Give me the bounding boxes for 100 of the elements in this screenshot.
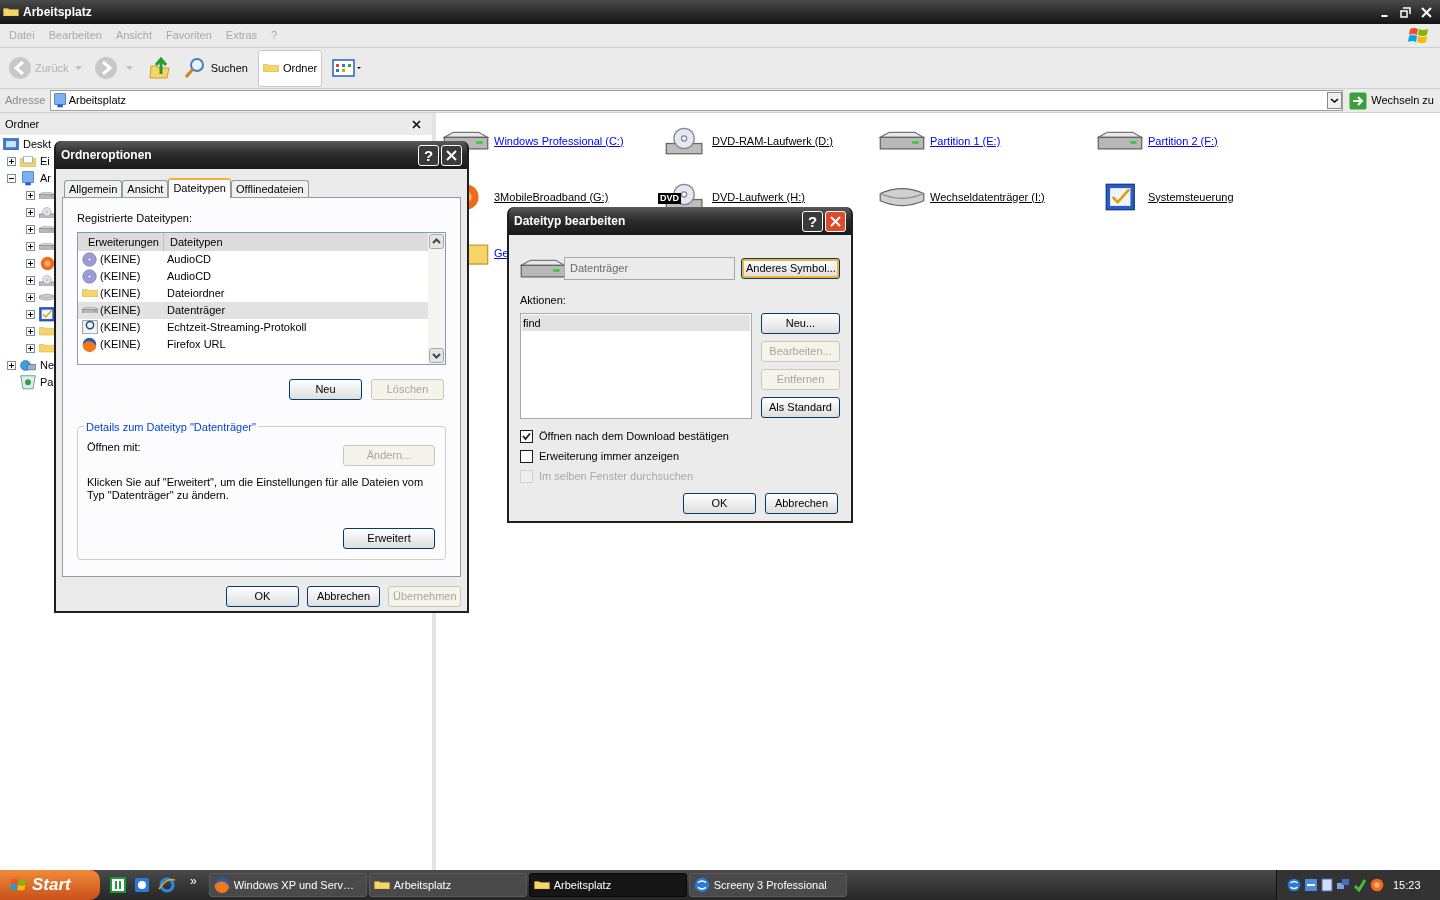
close-icon bbox=[1421, 6, 1432, 18]
taskbar-button[interactable]: Windows XP und Serv… bbox=[208, 873, 367, 897]
expand-icon[interactable] bbox=[26, 225, 35, 234]
tab[interactable]: Ansicht bbox=[122, 180, 169, 197]
open-with-label: Öffnen mit: bbox=[87, 439, 141, 455]
scrollbar[interactable] bbox=[428, 232, 445, 364]
drive-link[interactable]: Systemsteuerung bbox=[1148, 188, 1234, 206]
more-button[interactable]: » bbox=[190, 872, 197, 890]
tree-item[interactable]: Deskt bbox=[23, 136, 52, 153]
close-button[interactable] bbox=[441, 144, 462, 166]
clock: 15:23 bbox=[1393, 877, 1421, 893]
list-row[interactable]: (KEINE) Echtzeit-Streaming-Protokoll bbox=[78, 318, 428, 336]
folder-icon bbox=[39, 344, 55, 353]
expand-icon[interactable] bbox=[26, 293, 35, 302]
scroll-up-icon[interactable] bbox=[429, 233, 444, 249]
app-icon[interactable] bbox=[134, 877, 150, 893]
drive-link[interactable]: Partition 2 (F:) bbox=[1148, 132, 1218, 150]
pane-title: Ordner bbox=[5, 116, 41, 132]
close-icon bbox=[830, 215, 841, 227]
extension-cell-text: (KEINE) bbox=[100, 268, 142, 284]
checkbox[interactable] bbox=[520, 450, 533, 463]
expand-icon[interactable] bbox=[7, 157, 16, 166]
expand-icon[interactable] bbox=[26, 208, 35, 217]
folder-icon bbox=[39, 327, 55, 336]
cd-drive-icon bbox=[39, 274, 55, 287]
dialog-button[interactable]: Als Standard bbox=[761, 396, 840, 418]
list-row[interactable]: (KEINE) AudioCD bbox=[78, 267, 428, 285]
tab[interactable]: Allgemein bbox=[64, 180, 123, 197]
actions-label: Aktionen: bbox=[520, 293, 567, 308]
tree-item[interactable]: Ne bbox=[40, 357, 55, 374]
expand-icon[interactable] bbox=[26, 242, 35, 251]
scroll-down-icon[interactable] bbox=[429, 347, 444, 363]
expand-icon[interactable] bbox=[26, 276, 35, 285]
dialog-button[interactable]: OK bbox=[683, 492, 756, 514]
dialog-button[interactable]: Erweitert bbox=[343, 527, 435, 549]
help-button[interactable]: ? bbox=[418, 144, 439, 166]
list-row[interactable]: (KEINE) AudioCD bbox=[78, 250, 428, 268]
list-label: Registrierte Dateitypen: bbox=[77, 211, 193, 226]
drive-link[interactable]: Wechseldatenträger (I:) bbox=[930, 188, 1045, 206]
dropdown-caret-icon[interactable] bbox=[1327, 92, 1343, 109]
drive-link[interactable]: 3MobileBroadband (G:) bbox=[494, 188, 609, 206]
go-button[interactable]: Wechseln zu bbox=[1349, 91, 1434, 110]
dialog-button[interactable]: Abbrechen bbox=[307, 586, 380, 607]
drive-link[interactable]: Windows Professional (C:) bbox=[494, 132, 624, 150]
network-icon[interactable] bbox=[1336, 878, 1350, 892]
taskbar-button[interactable]: Screeny 3 Professional bbox=[688, 873, 847, 897]
help-button[interactable]: ? bbox=[802, 210, 823, 232]
windows-flag-icon bbox=[10, 877, 28, 893]
dialog-button[interactable]: Anderes Symbol... bbox=[741, 258, 840, 279]
expand-icon[interactable] bbox=[26, 327, 35, 336]
drive-link[interactable]: Partition 1 (E:) bbox=[930, 132, 1001, 150]
expand-icon[interactable] bbox=[26, 310, 35, 319]
list-row[interactable]: (KEINE) Firefox URL bbox=[78, 335, 428, 353]
views-icon[interactable] bbox=[332, 58, 363, 78]
tab[interactable]: Offlinedateien bbox=[231, 180, 309, 197]
close-button[interactable] bbox=[825, 210, 846, 232]
document-icon[interactable] bbox=[1321, 878, 1333, 892]
dialog-button[interactable]: Neu... bbox=[761, 312, 840, 334]
dialog-button[interactable]: OK bbox=[226, 586, 299, 607]
taskbar-button[interactable]: Arbeitsplatz bbox=[368, 873, 527, 897]
taskbar-button[interactable]: Arbeitsplatz bbox=[528, 873, 687, 897]
file-type-cell-text: Datenträger bbox=[167, 302, 226, 318]
folder-up-icon[interactable] bbox=[148, 56, 171, 80]
checkmark-icon[interactable] bbox=[1353, 878, 1367, 892]
desktop-icon bbox=[3, 138, 19, 151]
expand-icon[interactable] bbox=[26, 191, 35, 200]
search-icon bbox=[182, 56, 207, 80]
folders-button[interactable]: Ordner bbox=[257, 49, 323, 87]
tree-item[interactable]: Ei bbox=[40, 153, 50, 170]
tree-item[interactable]: Ar bbox=[40, 170, 51, 187]
dialog-button[interactable]: Neu bbox=[289, 378, 362, 400]
file-type-cell-text: Firefox URL bbox=[167, 336, 226, 352]
minimize-icon bbox=[1381, 14, 1388, 17]
tree-item[interactable]: Pa bbox=[40, 374, 54, 391]
window-icon[interactable] bbox=[1304, 878, 1318, 892]
expand-icon[interactable] bbox=[26, 344, 35, 353]
address-label: Adresse bbox=[5, 93, 46, 109]
file-type-cell-text: AudioCD bbox=[167, 268, 212, 284]
expand-icon[interactable] bbox=[7, 361, 16, 370]
folder-icon bbox=[3, 7, 19, 17]
column-header[interactable]: Erweiterungen bbox=[78, 232, 164, 251]
checkbox[interactable] bbox=[520, 430, 533, 443]
action-item[interactable]: find bbox=[522, 314, 750, 331]
dvd-badge: DVD bbox=[658, 193, 681, 204]
column-header[interactable]: Dateitypen bbox=[164, 232, 428, 251]
drive-link[interactable]: DVD-RAM-Laufwerk (D:) bbox=[712, 132, 833, 150]
address-field[interactable]: Arbeitsplatz bbox=[50, 90, 1344, 111]
close-icon[interactable] bbox=[412, 119, 421, 129]
list-row[interactable]: (KEINE) Dateiordner bbox=[78, 284, 428, 302]
search-button[interactable]: Suchen bbox=[182, 56, 256, 80]
tab[interactable]: Dateitypen bbox=[168, 178, 231, 198]
expand-icon[interactable] bbox=[26, 259, 35, 268]
dialog-button[interactable]: Abbrechen bbox=[765, 492, 838, 514]
list-row[interactable]: (KEINE) Datenträger bbox=[78, 301, 428, 319]
checkbox-label: Öffnen nach dem Download bestätigen bbox=[539, 429, 729, 445]
arrow-right-icon bbox=[1349, 91, 1368, 110]
drive-link[interactable]: DVD-Laufwerk (H:) bbox=[712, 188, 805, 206]
name-field[interactable]: Datenträger bbox=[564, 257, 735, 280]
collapse-icon[interactable] bbox=[7, 174, 16, 183]
network-icon bbox=[20, 360, 36, 371]
